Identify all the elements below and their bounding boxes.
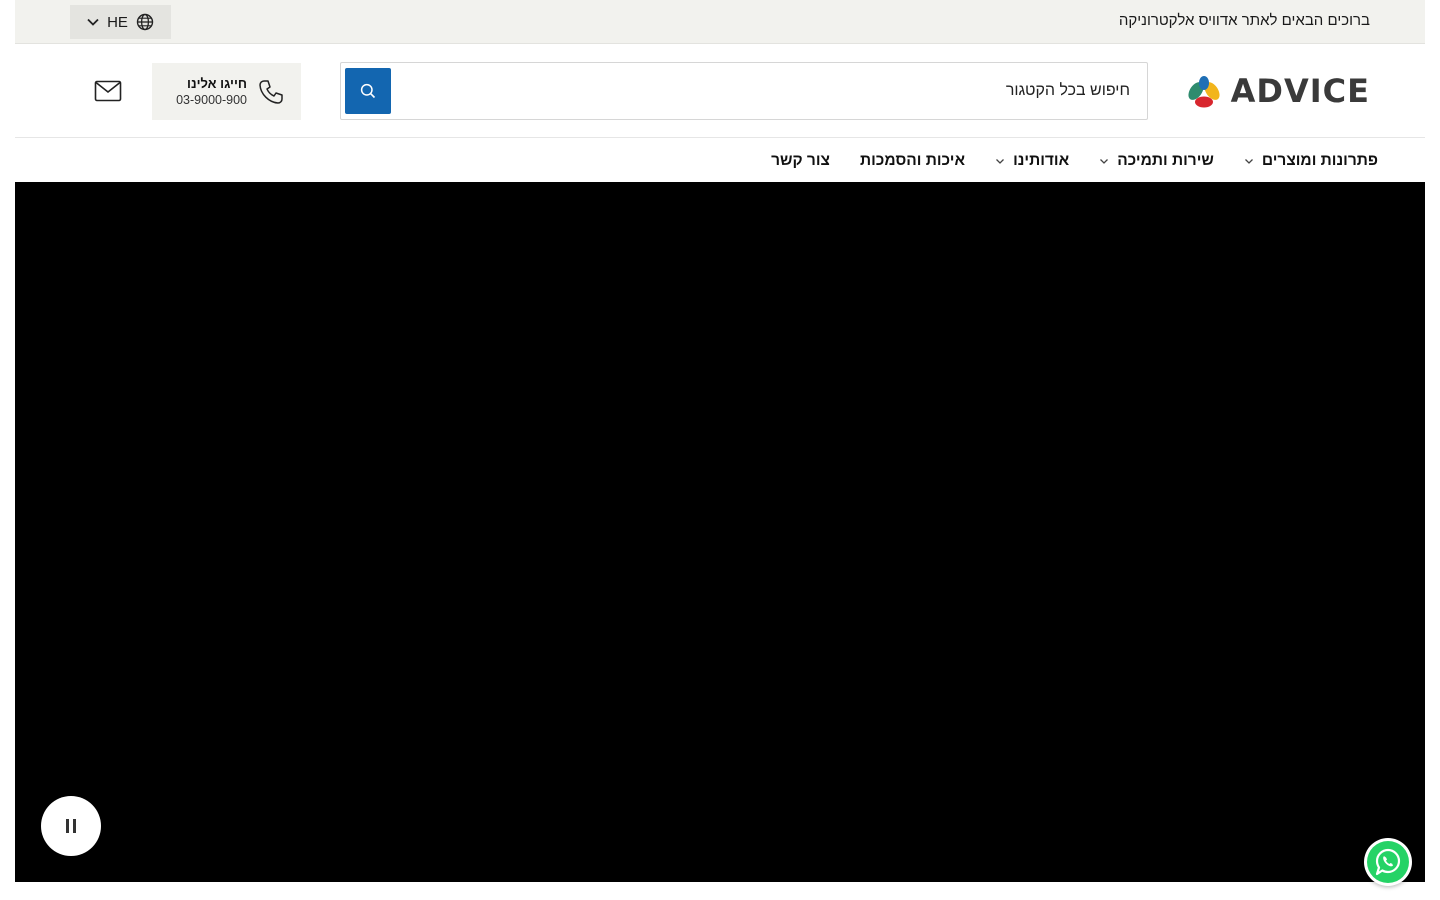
search-icon [360,83,376,99]
language-selector[interactable]: HE [70,5,171,39]
chevron-down-icon [1100,158,1109,164]
page: HE ברוכים הבאים לאתר אדוויס אלקטרוניקה A… [15,0,1425,900]
hero-video[interactable] [15,182,1425,882]
chevron-down-icon [996,158,1005,164]
whatsapp-icon [1367,841,1409,883]
pause-icon [64,819,78,833]
site-header: ADVICE חייגו אלינו 03-9000-900 [15,45,1425,138]
search-button[interactable] [345,68,391,114]
call-us-label: חייגו אלינו [187,76,247,91]
top-bar: HE ברוכים הבאים לאתר אדוויס אלקטרוניקה [15,0,1425,44]
main-navigation: פתרונות ומוצרים שירות ותמיכה אודותינו אי… [15,139,1425,182]
whatsapp-button[interactable] [1364,838,1412,886]
nav-item-about[interactable]: אודותינו [995,152,1069,170]
nav-item-contact[interactable]: צור קשר [771,152,830,170]
welcome-message: ברוכים הבאים לאתר אדוויס אלקטרוניקה [1118,12,1370,29]
chevron-down-icon [87,18,99,26]
nav-item-quality-certifications[interactable]: איכות והסמכות [860,152,965,170]
nav-item-label: אודותינו [1013,151,1070,169]
language-code: HE [107,13,128,31]
phone-icon [259,79,283,104]
logo[interactable]: ADVICE [1185,72,1370,110]
nav-item-label: איכות והסמכות [859,151,966,169]
nav-item-label: צור קשר [771,151,830,169]
logo-text: ADVICE [1230,72,1370,110]
phone-number: 03-9000-900 [176,93,247,107]
nav-item-label: פתרונות ומוצרים [1261,151,1378,169]
logo-mark-icon [1188,76,1220,108]
nav-item-label: שירות ותמיכה [1117,151,1214,169]
call-us-box[interactable]: חייגו אלינו 03-9000-900 [152,63,301,120]
mail-button[interactable] [94,79,122,103]
nav-list: פתרונות ומוצרים שירות ותמיכה אודותינו אי… [771,139,1378,182]
globe-icon [136,13,154,31]
nav-item-solutions-products[interactable]: פתרונות ומוצרים [1244,152,1378,170]
nav-item-service-support[interactable]: שירות ותמיכה [1099,152,1214,170]
mail-icon [94,80,122,102]
search-input[interactable] [395,63,1130,119]
call-us-text: חייגו אלינו 03-9000-900 [176,76,247,107]
pause-button[interactable] [41,796,101,856]
search-bar [340,62,1148,120]
chevron-down-icon [1244,158,1253,164]
